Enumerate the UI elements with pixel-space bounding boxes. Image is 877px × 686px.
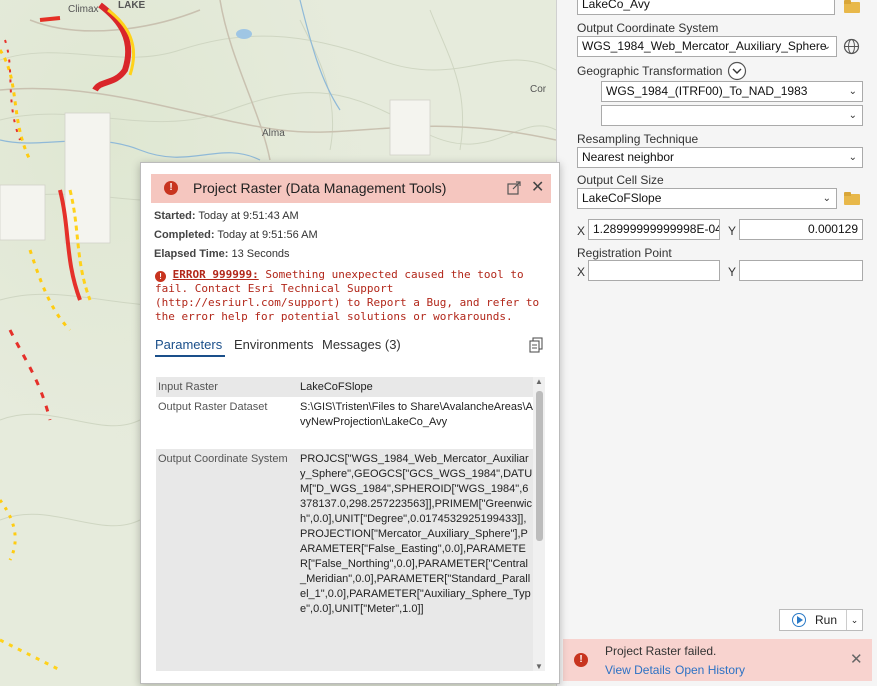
completed-row: Completed: Today at 9:51:56 AM [154, 229, 318, 241]
expand-chevron-icon[interactable] [727, 61, 747, 81]
output-cs-label: Output Coordinate System [577, 21, 719, 35]
tab-parameters[interactable]: Parameters [155, 337, 222, 352]
chevron-down-icon[interactable]: ⌄ [846, 610, 862, 630]
dialog-title: Project Raster (Data Management Tools) [193, 180, 447, 196]
scroll-thumb[interactable] [536, 391, 543, 541]
cell-x-label: X [577, 224, 586, 238]
cell-size-label: Output Cell Size [577, 173, 664, 187]
started-label: Started: [154, 210, 196, 222]
chevron-down-icon: ⌄ [848, 152, 857, 163]
map-label-climax: Climax [68, 4, 99, 15]
resampling-select[interactable]: Nearest neighbor ⌄ [577, 147, 863, 168]
tab-environments[interactable]: Environments [234, 337, 313, 352]
run-button[interactable]: Run ⌄ [779, 609, 863, 631]
failure-notification: ! Project Raster failed. View Details Op… [563, 639, 872, 681]
browse-folder-icon[interactable] [844, 192, 862, 206]
param-value: LakeCoFSlope [300, 381, 373, 393]
param-key: Input Raster [158, 381, 218, 393]
error-icon: ! [164, 181, 178, 195]
chevron-down-icon: ⌄ [822, 193, 831, 204]
close-icon[interactable]: ✕ [850, 650, 863, 668]
registration-label: Registration Point [577, 246, 672, 260]
chevron-down-icon: ⌄ [822, 41, 831, 52]
geo-transform-label: Geographic Transformation [577, 64, 723, 78]
param-key: Output Raster Dataset [158, 401, 268, 413]
table-row: Input Raster LakeCoFSlope [156, 377, 533, 397]
started-row: Started: Today at 9:51:43 AM [154, 210, 299, 222]
scroll-down-icon[interactable]: ▼ [535, 662, 543, 671]
reg-y-input[interactable] [739, 260, 863, 281]
close-icon[interactable]: ✕ [531, 177, 544, 197]
reg-y-label: Y [728, 265, 737, 279]
parameters-table[interactable]: Input Raster LakeCoFSlope Output Raster … [156, 377, 533, 671]
cell-y-input[interactable]: 0.000129 [739, 219, 863, 240]
error-icon: ! [155, 271, 166, 282]
elapsed-label: Elapsed Time: [154, 248, 229, 260]
cell-x-input[interactable]: 1.28999999999998E-04 [588, 219, 720, 240]
elapsed-row: Elapsed Time: 13 Seconds [154, 248, 290, 260]
view-details-link[interactable]: View Details [605, 663, 671, 677]
geo-transform-value: WGS_1984_(ITRF00)_To_NAD_1983 [606, 84, 808, 98]
dialog-header: ! Project Raster (Data Management Tools)… [151, 174, 551, 203]
tab-messages[interactable]: Messages (3) [322, 337, 401, 352]
chevron-down-icon: ⌄ [848, 86, 857, 97]
map-label-lake: LAKE [118, 0, 146, 11]
active-tab-indicator [155, 355, 225, 357]
error-icon: ! [574, 653, 588, 667]
elapsed-value: 13 Seconds [231, 248, 290, 260]
param-value: PROJCS["WGS_1984_Web_Mercator_Auxiliary_… [300, 453, 533, 615]
reg-x-label: X [577, 265, 586, 279]
pop-out-icon[interactable] [507, 181, 521, 195]
output-raster-field[interactable]: LakeCo_Avy [577, 0, 835, 15]
param-value: S:\GIS\Tristen\Files to Share\AvalancheA… [300, 401, 533, 428]
cell-size-value: LakeCoFSlope [582, 191, 662, 205]
resampling-label: Resampling Technique [577, 132, 699, 146]
copy-icon[interactable] [529, 337, 543, 353]
play-icon [792, 613, 806, 627]
map-label-alma: Alma [262, 128, 285, 139]
table-row: Output Raster Dataset S:\GIS\Tristen\Fil… [156, 397, 533, 449]
resampling-value: Nearest neighbor [582, 150, 675, 164]
vertical-scrollbar[interactable]: ▲ ▼ [533, 377, 545, 671]
chevron-down-icon: ⌄ [848, 110, 857, 121]
error-message-block: ! ERROR 999999: Something unexpected cau… [155, 268, 550, 324]
browse-folder-icon[interactable] [844, 0, 862, 14]
table-row: Output Coordinate System PROJCS["WGS_198… [156, 449, 533, 671]
open-history-link[interactable]: Open History [675, 663, 745, 677]
reg-x-input[interactable] [588, 260, 720, 281]
geoprocessing-pane: LakeCo_Avy Output Coordinate System WGS_… [556, 0, 877, 686]
globe-icon[interactable] [843, 38, 860, 55]
map-label-cor: Cor [530, 84, 547, 95]
scroll-up-icon[interactable]: ▲ [535, 377, 543, 386]
fail-title: Project Raster failed. [605, 644, 717, 658]
error-code-link[interactable]: ERROR 999999: [173, 268, 259, 281]
run-label: Run [815, 613, 838, 627]
completed-label: Completed: [154, 229, 215, 241]
geo-transform-select-2[interactable]: ⌄ [601, 105, 863, 126]
output-cs-value: WGS_1984_Web_Mercator_Auxiliary_Sphere [582, 39, 827, 53]
completed-value: Today at 9:51:56 AM [217, 229, 318, 241]
cell-y-label: Y [728, 224, 737, 238]
geo-transform-select[interactable]: WGS_1984_(ITRF00)_To_NAD_1983 ⌄ [601, 81, 863, 102]
started-value: Today at 9:51:43 AM [198, 210, 299, 222]
output-cs-select[interactable]: WGS_1984_Web_Mercator_Auxiliary_Sphere ⌄ [577, 36, 837, 57]
cell-size-select[interactable]: LakeCoFSlope ⌄ [577, 188, 837, 209]
param-key: Output Coordinate System [158, 453, 288, 465]
tool-details-dialog: ! Project Raster (Data Management Tools)… [140, 162, 560, 684]
